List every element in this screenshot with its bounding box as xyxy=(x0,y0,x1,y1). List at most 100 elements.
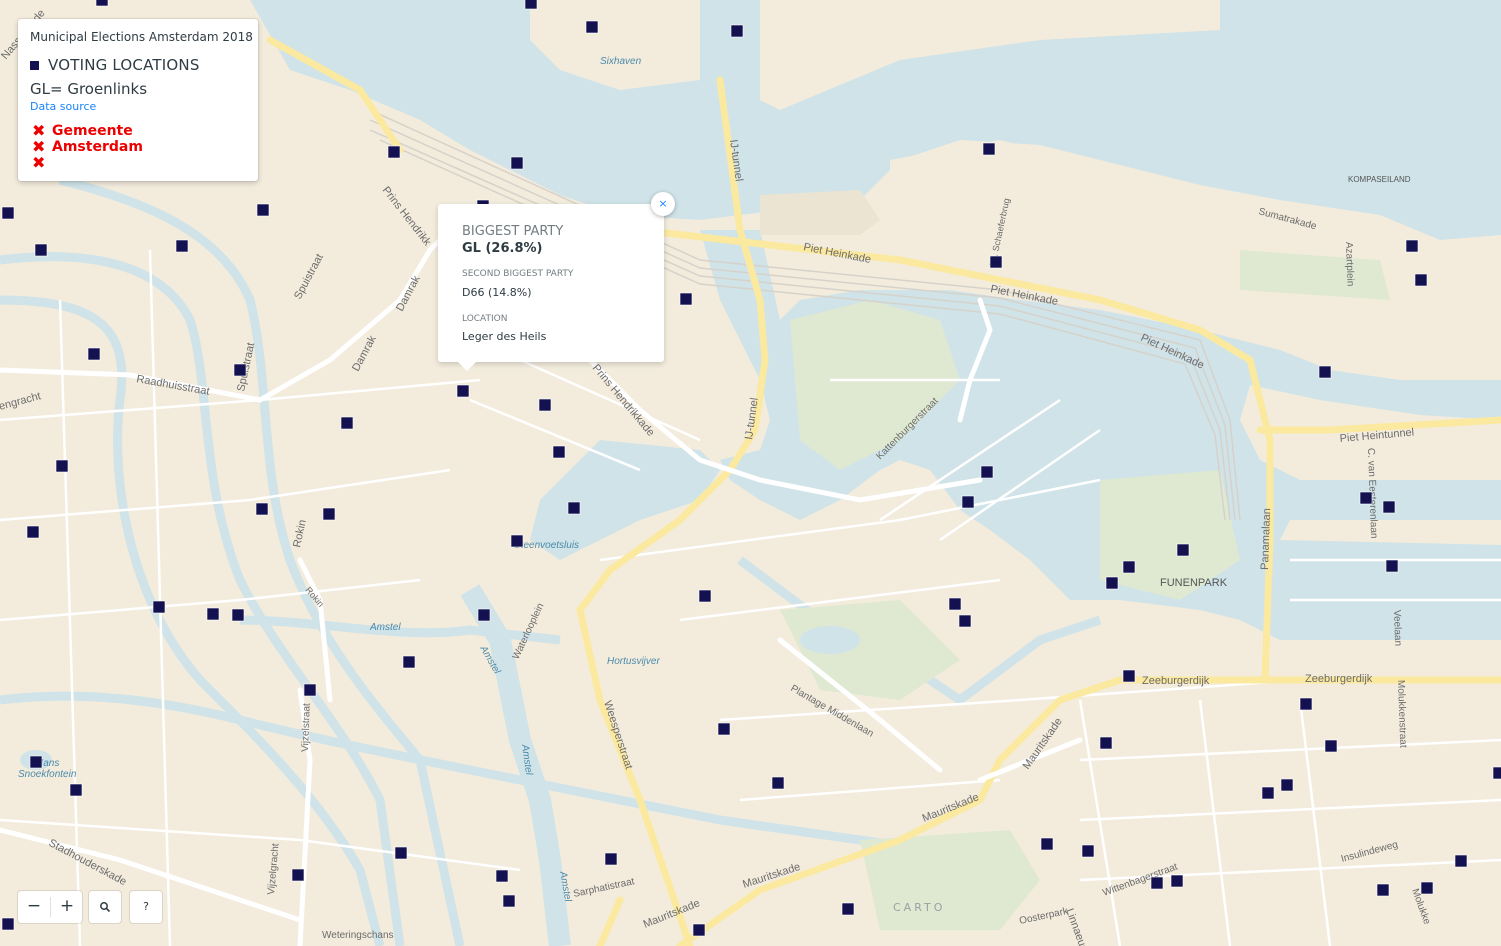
voting-location-marker[interactable] xyxy=(255,502,269,516)
voting-location-marker[interactable] xyxy=(26,525,40,539)
label-veelaan: Veelaan xyxy=(1391,610,1403,647)
x-mark-icon: ✖ xyxy=(32,153,46,172)
voting-location-marker[interactable] xyxy=(340,416,354,430)
voting-location-marker[interactable] xyxy=(1376,883,1390,897)
close-icon[interactable]: × xyxy=(651,192,675,216)
label-sixhaven: Sixhaven xyxy=(600,56,642,67)
zoom-in-button[interactable]: + xyxy=(51,891,83,923)
label-vijzelstraat: Vijzelstraat xyxy=(300,703,313,752)
gemeente-amsterdam-logo: ✖ Gemeente ✖ Amsterdam ✖ xyxy=(32,123,152,173)
voting-location-marker[interactable] xyxy=(510,534,524,548)
voting-location-marker[interactable] xyxy=(961,495,975,509)
voting-location-marker[interactable] xyxy=(55,459,69,473)
voting-location-marker[interactable] xyxy=(69,783,83,797)
voting-location-marker[interactable] xyxy=(989,255,1003,269)
voting-location-marker[interactable] xyxy=(567,501,581,515)
voting-location-marker[interactable] xyxy=(456,384,470,398)
voting-location-marker[interactable] xyxy=(1414,273,1428,287)
info-popup: × BIGGEST PARTY GL (26.8%) SECOND BIGGES… xyxy=(438,192,675,371)
voting-location-marker[interactable] xyxy=(1385,559,1399,573)
voting-location-marker[interactable] xyxy=(1,917,15,931)
voting-location-marker[interactable] xyxy=(394,846,408,860)
voting-location-marker[interactable] xyxy=(387,145,401,159)
voting-location-marker[interactable] xyxy=(692,923,706,937)
label-funenpark: FUNENPARK xyxy=(1160,577,1228,589)
voting-location-marker[interactable] xyxy=(1105,576,1119,590)
voting-location-marker[interactable] xyxy=(256,203,270,217)
legend-panel: Municipal Elections Amsterdam 2018 VOTIN… xyxy=(18,19,258,181)
help-button[interactable]: ? xyxy=(130,891,162,923)
voting-location-marker[interactable] xyxy=(510,156,524,170)
label-kompaseiland: KOMPASEILAND xyxy=(1348,175,1411,184)
voting-location-marker[interactable] xyxy=(291,868,305,882)
voting-location-marker[interactable] xyxy=(552,445,566,459)
voting-location-marker[interactable] xyxy=(1280,778,1294,792)
voting-location-marker[interactable] xyxy=(730,24,744,38)
voting-location-marker[interactable] xyxy=(771,776,785,790)
zoom-out-button[interactable]: − xyxy=(18,891,50,923)
voting-location-marker[interactable] xyxy=(95,0,109,7)
voting-location-marker[interactable] xyxy=(1,206,15,220)
voting-location-marker[interactable] xyxy=(980,465,994,479)
voting-location-marker[interactable] xyxy=(1261,786,1275,800)
location-value: Leger des Heils xyxy=(462,330,547,343)
voting-location-marker[interactable] xyxy=(477,608,491,622)
voting-location-marker[interactable] xyxy=(679,292,693,306)
voting-location-marker[interactable] xyxy=(1099,736,1113,750)
voting-location-marker[interactable] xyxy=(303,683,317,697)
voting-location-marker[interactable] xyxy=(1382,500,1396,514)
voting-location-marker[interactable] xyxy=(958,614,972,628)
voting-location-marker[interactable] xyxy=(1299,697,1313,711)
voting-location-marker[interactable] xyxy=(231,608,245,622)
voting-location-marker[interactable] xyxy=(1405,239,1419,253)
voting-location-marker[interactable] xyxy=(495,869,509,883)
logo-text-gemeente: Gemeente xyxy=(52,123,133,139)
voting-location-marker[interactable] xyxy=(175,239,189,253)
label-amstel-1: Amstel xyxy=(369,622,401,633)
voting-location-marker[interactable] xyxy=(1492,766,1501,780)
voting-location-marker[interactable] xyxy=(604,852,618,866)
label-weteringschans: Weteringschans xyxy=(322,930,394,941)
voting-location-marker[interactable] xyxy=(1359,491,1373,505)
voting-location-marker[interactable] xyxy=(233,363,247,377)
voting-location-marker[interactable] xyxy=(152,600,166,614)
voting-location-marker[interactable] xyxy=(1122,560,1136,574)
voting-location-marker[interactable] xyxy=(841,902,855,916)
voting-location-marker[interactable] xyxy=(1081,844,1095,858)
voting-location-marker[interactable] xyxy=(982,142,996,156)
biggest-party-value: GL (26.8%) xyxy=(462,241,543,256)
voting-location-marker[interactable] xyxy=(502,894,516,908)
voting-location-marker[interactable] xyxy=(717,722,731,736)
voting-location-marker[interactable] xyxy=(948,597,962,611)
voting-location-marker[interactable] xyxy=(29,755,43,769)
panel-note: GL= Groenlinks xyxy=(30,80,148,98)
popup-tip xyxy=(458,362,476,371)
label-snoekfontein: Snoekfontein xyxy=(18,769,77,780)
search-button[interactable] xyxy=(89,891,121,923)
voting-location-marker[interactable] xyxy=(538,398,552,412)
voting-location-marker[interactable] xyxy=(322,507,336,521)
voting-location-marker[interactable] xyxy=(34,243,48,257)
logo-row-3: ✖ xyxy=(32,155,152,171)
voting-location-marker[interactable] xyxy=(1040,837,1054,851)
voting-location-marker[interactable] xyxy=(1122,669,1136,683)
voting-location-marker[interactable] xyxy=(1324,739,1338,753)
voting-location-marker[interactable] xyxy=(1170,874,1184,888)
data-source-link[interactable]: Data source xyxy=(30,100,96,113)
voting-location-marker[interactable] xyxy=(585,20,599,34)
voting-location-marker[interactable] xyxy=(1150,876,1164,890)
label-hortusvijver: Hortusvijver xyxy=(607,656,660,667)
voting-location-marker[interactable] xyxy=(524,0,538,10)
voting-location-marker[interactable] xyxy=(1318,365,1332,379)
voting-location-marker[interactable] xyxy=(1454,854,1468,868)
label-zeeburgerdijk-2: Zeeburgerdijk xyxy=(1305,673,1373,685)
voting-location-marker[interactable] xyxy=(698,589,712,603)
voting-location-marker[interactable] xyxy=(402,655,416,669)
voting-location-marker[interactable] xyxy=(1176,543,1190,557)
voting-location-marker[interactable] xyxy=(206,607,220,621)
biggest-party-heading: BIGGEST PARTY xyxy=(462,224,564,239)
logo-row-2: ✖ Amsterdam xyxy=(32,139,152,156)
second-party-heading: SECOND BIGGEST PARTY xyxy=(462,269,574,279)
voting-location-marker[interactable] xyxy=(1420,881,1434,895)
voting-location-marker[interactable] xyxy=(87,347,101,361)
